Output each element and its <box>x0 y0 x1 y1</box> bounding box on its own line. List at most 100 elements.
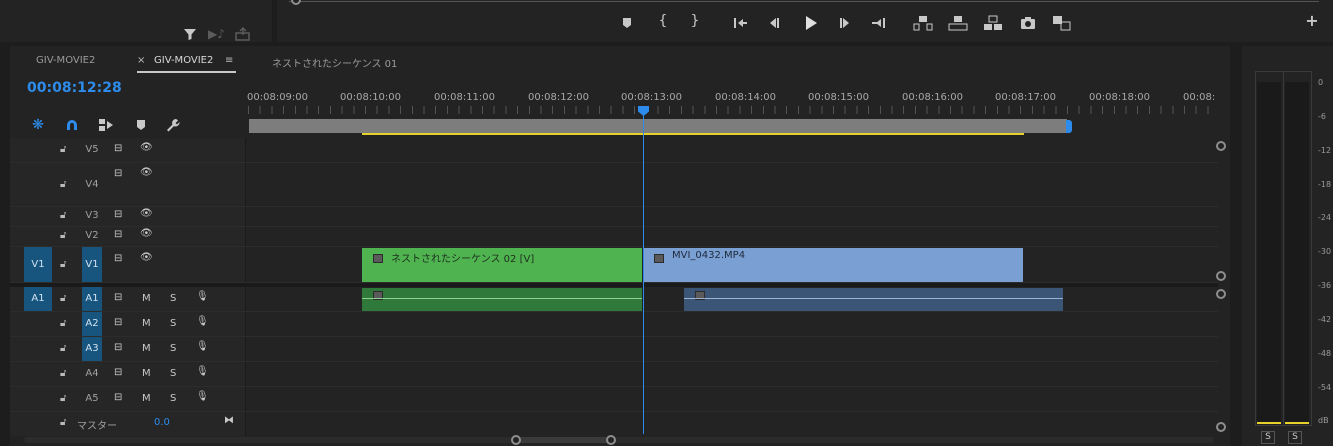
go-to-in-icon[interactable] <box>732 16 748 30</box>
play-icon[interactable] <box>803 15 819 31</box>
insert-icon[interactable] <box>983 15 1003 31</box>
track-name[interactable]: A4 <box>82 362 102 386</box>
track-name[interactable]: A5 <box>82 387 102 411</box>
video-scroll-bottom-handle[interactable] <box>1216 271 1226 281</box>
go-to-out-icon[interactable] <box>871 16 887 30</box>
toggle-sync-icon[interactable]: ⊟ <box>114 342 122 353</box>
video-scroll-top-handle[interactable] <box>1216 141 1226 151</box>
eye-icon[interactable]: 👁︎ <box>140 208 153 219</box>
tab-giv-movie2-inactive[interactable]: GIV-MOVIE2 <box>36 55 95 66</box>
mute-button[interactable]: M <box>142 293 151 304</box>
toggle-sync-icon[interactable]: ⊟ <box>114 253 122 264</box>
mute-button[interactable]: M <box>142 393 151 404</box>
lock-icon[interactable]: 🔓︎ <box>60 393 66 404</box>
mic-icon[interactable]: 🎙︎ <box>196 291 209 302</box>
settings-wrench-icon[interactable] <box>166 118 182 132</box>
step-forward-icon[interactable] <box>838 16 852 30</box>
linked-selection-icon[interactable] <box>98 118 114 132</box>
playhead-timecode[interactable]: 00:08:12:28 <box>27 80 122 96</box>
mark-in-icon[interactable]: { <box>656 14 670 28</box>
toggle-sync-icon[interactable]: ⊟ <box>114 367 122 378</box>
lock-icon[interactable]: 🔓︎ <box>60 417 66 428</box>
zoom-right-handle[interactable] <box>606 435 616 445</box>
lock-icon[interactable]: 🔓︎ <box>60 179 66 190</box>
mute-button[interactable]: M <box>142 368 151 379</box>
snap-icon[interactable] <box>64 118 80 132</box>
comparison-view-icon[interactable] <box>1052 15 1072 31</box>
time-ruler[interactable] <box>248 106 1214 114</box>
toggle-sync-icon[interactable]: ⊟ <box>114 168 122 179</box>
track-name[interactable]: V3 <box>82 210 102 221</box>
lift-icon[interactable] <box>913 15 933 31</box>
lock-icon[interactable]: 🔓︎ <box>60 230 66 241</box>
program-playhead-handle[interactable] <box>291 0 301 5</box>
tab-nested-sequence-01[interactable]: ネストされたシーケンス 01 <box>272 55 397 70</box>
audio-scroll-top-handle[interactable] <box>1216 289 1226 299</box>
lock-icon[interactable]: 🔓︎ <box>60 343 66 354</box>
lock-icon[interactable]: 🔓︎ <box>60 293 66 304</box>
toggle-sync-icon[interactable]: ⊟ <box>114 317 122 328</box>
work-area-end-handle[interactable] <box>1066 120 1072 133</box>
lock-icon[interactable]: 🔓︎ <box>60 259 66 270</box>
solo-button[interactable]: S <box>170 318 176 329</box>
toggle-sync-icon[interactable]: ⊟ <box>114 292 122 303</box>
mic-icon[interactable]: 🎙︎ <box>196 341 209 352</box>
export-frame-icon[interactable] <box>1020 16 1036 30</box>
tab-close-icon[interactable]: × <box>137 55 145 66</box>
lock-icon[interactable]: 🔓︎ <box>60 144 66 155</box>
track-name[interactable]: A2 <box>82 312 102 336</box>
toggle-sync-icon[interactable]: ⊟ <box>114 392 122 403</box>
mark-out-icon[interactable]: } <box>688 14 702 28</box>
audio-clip-mvi-0432[interactable] <box>684 288 1063 311</box>
mute-button[interactable]: M <box>142 318 151 329</box>
track-name[interactable]: A1 <box>82 287 102 311</box>
source-patch-v1[interactable]: V1 <box>24 247 52 282</box>
marker-icon[interactable] <box>620 16 634 30</box>
video-clip-nested-sequence-02[interactable]: ネストされたシーケンス 02 [V] <box>362 248 642 282</box>
lock-icon[interactable]: 🔓︎ <box>60 210 66 221</box>
horizontal-zoom-thumb[interactable] <box>516 437 612 443</box>
solo-button[interactable]: S <box>170 343 176 354</box>
zoom-left-handle[interactable] <box>511 435 521 445</box>
mute-button[interactable]: M <box>142 343 151 354</box>
tab-giv-movie2-active[interactable]: GIV-MOVIE2 <box>154 55 213 66</box>
toggle-sync-icon[interactable]: ⊟ <box>114 143 122 154</box>
tab-menu-icon[interactable]: ≡ <box>225 55 233 66</box>
track-name[interactable]: V5 <box>82 144 102 155</box>
solo-left-button[interactable]: S <box>1261 431 1275 444</box>
add-button-icon[interactable]: + <box>1305 13 1319 29</box>
audio-scroll-bottom-handle[interactable] <box>1216 422 1226 432</box>
eye-icon[interactable]: 👁︎ <box>140 167 153 178</box>
master-volume-value[interactable]: 0.0 <box>154 417 170 428</box>
audio-clip-nested-sequence-02[interactable] <box>362 288 642 311</box>
lock-icon[interactable]: 🔓︎ <box>60 318 66 329</box>
nest-icon[interactable]: ❋ <box>30 118 46 132</box>
horizontal-zoom-track[interactable] <box>24 437 1214 443</box>
video-clip-mvi-0432[interactable]: MVI_0432.MP4 <box>643 248 1023 282</box>
eye-icon[interactable]: 👁︎ <box>140 252 153 263</box>
track-name[interactable]: A3 <box>82 337 102 361</box>
track-name[interactable]: V1 <box>82 247 102 282</box>
eye-icon[interactable]: 👁︎ <box>140 228 153 239</box>
work-area-bar[interactable] <box>249 119 1067 133</box>
mic-icon[interactable]: 🎙︎ <box>196 366 209 377</box>
volume-rubber-band[interactable] <box>684 298 1063 299</box>
source-patch-a1[interactable]: A1 <box>24 287 52 311</box>
solo-button[interactable]: S <box>170 393 176 404</box>
volume-rubber-band[interactable] <box>362 298 642 299</box>
solo-button[interactable]: S <box>170 368 176 379</box>
toggle-sync-icon[interactable]: ⊟ <box>114 229 122 240</box>
track-name[interactable]: V2 <box>82 230 102 241</box>
solo-right-button[interactable]: S <box>1288 431 1302 444</box>
filter-icon[interactable] <box>183 27 197 41</box>
lock-icon[interactable]: 🔓︎ <box>60 368 66 379</box>
go-to-end-icon[interactable]: ⧓ <box>224 415 234 426</box>
eye-icon[interactable]: 👁︎ <box>140 142 153 153</box>
solo-button[interactable]: S <box>170 293 176 304</box>
mic-icon[interactable]: 🎙︎ <box>196 391 209 402</box>
program-scrubber[interactable] <box>289 0 1319 2</box>
step-back-icon[interactable] <box>767 16 781 30</box>
add-marker-icon[interactable] <box>134 118 148 132</box>
mic-icon[interactable]: 🎙︎ <box>196 316 209 327</box>
track-name[interactable]: V4 <box>82 179 102 190</box>
